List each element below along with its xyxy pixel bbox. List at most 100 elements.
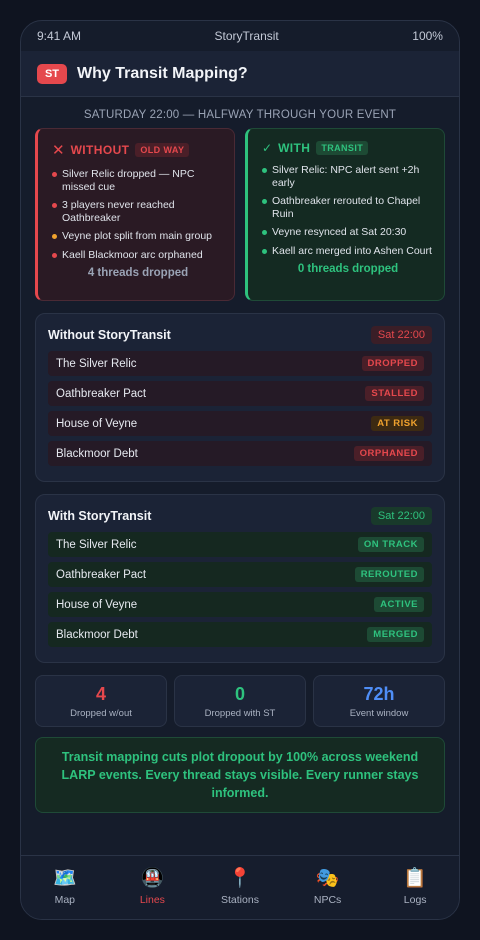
page-title: Why Transit Mapping? xyxy=(77,64,248,82)
stat-card: 0 Dropped with ST xyxy=(174,675,306,727)
list-item-text: Veyne resynced at Sat 20:30 xyxy=(272,226,407,238)
list-item-text: Oathbreaker rerouted to Chapel Ruin xyxy=(272,195,421,220)
without-panel-rows: The Silver Relic DROPPED Oathbreaker Pact S… xyxy=(48,351,432,466)
with-panel: With StoryTransit Sat 22:00 The Silver R… xyxy=(35,494,445,663)
bullet-dot xyxy=(262,230,267,235)
without-card-list: Silver Relic dropped — NPC missed cue 3 p… xyxy=(52,168,224,261)
event-subtitle: SATURDAY 22:00 — HALFWAY THROUGH YOUR EV… xyxy=(83,109,397,121)
thread-name: The Silver Relic xyxy=(56,357,137,370)
bullet-dot xyxy=(52,252,57,258)
list-item: Silver Relic dropped — NPC missed cue xyxy=(52,168,224,193)
thread-name: House of Veyne xyxy=(56,417,138,430)
stat-label: Dropped with ST xyxy=(204,707,276,719)
app-logo[interactable]: ST xyxy=(37,63,67,84)
without-card-summary: 4 threads dropped xyxy=(87,267,189,279)
bullet-dot xyxy=(52,172,57,177)
tab-map[interactable]: 🗺️ Map xyxy=(30,868,100,907)
list-item-text: Kaell arc merged into Ashen Court xyxy=(272,244,432,257)
thread-name: The Silver Relic xyxy=(56,538,137,551)
status-badge: ACTIVE xyxy=(374,597,424,612)
list-item: Kaell arc merged into Ashen Court xyxy=(262,245,434,258)
stats-row: 4 Dropped w/out 0 Dropped with ST 72h Event w… xyxy=(35,675,445,727)
status-badge: ON TRACK xyxy=(357,537,424,552)
list-item: Silver Relic: NPC alert sent +2h early xyxy=(262,164,434,189)
table-row[interactable]: The Silver Relic DROPPED xyxy=(48,351,432,376)
with-card-title: WITH xyxy=(278,141,311,155)
table-row[interactable]: Oathbreaker Pact REROUTED xyxy=(48,562,432,587)
with-card: ✓ WITH TRANSIT Silver Relic: NPC alert s… xyxy=(245,128,445,301)
status-app-name: StoryTransit xyxy=(214,29,279,43)
without-panel: Without StoryTransit Sat 22:00 The Silve… xyxy=(35,313,445,482)
list-item-text: Kaell Blackmoor arc orphaned xyxy=(62,248,203,261)
thread-name: House of Veyne xyxy=(56,598,138,611)
bottom-tab-bar: 🗺️ Map 🚇 Lines 📍 Stations 🎭 NPCs 📋 Logs xyxy=(21,855,459,919)
table-row[interactable]: House of Veyne ACTIVE xyxy=(48,592,432,617)
train-icon: 🚇 xyxy=(140,868,165,889)
list-item-text: Silver Relic dropped — NPC missed cue xyxy=(62,168,195,193)
table-row[interactable]: Blackmoor Debt ORPHANED xyxy=(48,441,432,466)
phone-frame: 9:41 AM StoryTransit 100% ST Why Transit… xyxy=(20,20,460,920)
cross-icon: ✕ xyxy=(52,142,65,159)
bullet-dot xyxy=(52,234,57,239)
with-panel-title: With StoryTransit xyxy=(48,509,152,523)
stat-label: Event window xyxy=(349,707,409,719)
status-badge: REROUTED xyxy=(354,567,424,582)
list-item-text: Veyne plot split from main group xyxy=(62,230,212,242)
status-badge: DROPPED xyxy=(361,356,424,371)
stat-card: 72h Event window xyxy=(313,675,445,727)
stat-value: 0 xyxy=(234,683,245,704)
map-icon: 🗺️ xyxy=(52,868,77,889)
thread-name: Oathbreaker Pact xyxy=(56,568,147,581)
app-header: ST Why Transit Mapping? xyxy=(21,51,459,97)
list-item: 3 players never reached Oathbreaker xyxy=(52,199,224,224)
table-row[interactable]: Blackmoor Debt MERGED xyxy=(48,622,432,647)
tab-label: Lines xyxy=(139,894,165,906)
pin-icon: 📍 xyxy=(228,868,252,889)
bullet-dot xyxy=(52,203,57,208)
thread-name: Blackmoor Debt xyxy=(56,628,138,641)
stat-value: 4 xyxy=(95,683,106,704)
tab-label: Stations xyxy=(221,894,259,906)
with-card-summary: 0 threads dropped xyxy=(297,263,399,275)
tab-label: Map xyxy=(54,894,76,906)
tab-npcs[interactable]: 🎭 NPCs xyxy=(293,868,363,907)
tab-lines[interactable]: 🚇 Lines xyxy=(117,868,187,907)
with-card-list: Silver Relic: NPC alert sent +2h early Oa… xyxy=(262,164,434,257)
with-panel-rows: The Silver Relic ON TRACK Oathbreaker Pact… xyxy=(48,532,432,647)
list-item-text: 3 players never reached Oathbreaker xyxy=(62,199,175,224)
without-card-title: WITHOUT xyxy=(70,143,130,157)
table-row[interactable]: House of Veyne AT RISK xyxy=(48,411,432,436)
list-item: Oathbreaker rerouted to Chapel Ruin xyxy=(262,195,434,220)
clipboard-icon: 📋 xyxy=(403,868,427,889)
without-card: ✕ WITHOUT OLD WAY Silver Relic dropped —… xyxy=(35,128,235,301)
tab-logs[interactable]: 📋 Logs xyxy=(380,868,450,907)
with-card-tag: TRANSIT xyxy=(316,141,369,155)
tab-label: Logs xyxy=(403,894,427,906)
list-item: Veyne resynced at Sat 20:30 xyxy=(262,226,434,239)
masks-icon: 🎭 xyxy=(315,868,340,889)
table-row[interactable]: The Silver Relic ON TRACK xyxy=(48,532,432,557)
list-item-text: Silver Relic: NPC alert sent +2h early xyxy=(272,164,420,189)
with-panel-time: Sat 22:00 xyxy=(370,507,432,525)
status-bar: 9:41 AM StoryTransit 100% xyxy=(21,21,459,51)
table-row[interactable]: Oathbreaker Pact STALLED xyxy=(48,381,432,406)
callout-message: Transit mapping cuts plot dropout by 100… xyxy=(35,737,445,813)
status-battery: 100% xyxy=(412,29,443,43)
without-panel-title: Without StoryTransit xyxy=(48,328,171,342)
comparison-cards: ✕ WITHOUT OLD WAY Silver Relic dropped —… xyxy=(21,128,459,301)
list-item: Kaell Blackmoor arc orphaned xyxy=(52,249,224,262)
status-badge: MERGED xyxy=(367,627,424,642)
tab-stations[interactable]: 📍 Stations xyxy=(205,868,275,907)
status-badge: ORPHANED xyxy=(353,446,424,461)
bullet-dot xyxy=(262,168,267,173)
status-time: 9:41 AM xyxy=(37,29,82,43)
check-icon: ✓ xyxy=(262,141,273,155)
without-panel-time: Sat 22:00 xyxy=(370,326,432,344)
status-badge: STALLED xyxy=(365,386,424,401)
tab-label: NPCs xyxy=(313,894,342,906)
stat-label: Dropped w/out xyxy=(70,707,132,719)
bullet-dot xyxy=(262,248,267,254)
thread-name: Oathbreaker Pact xyxy=(56,387,147,400)
thread-name: Blackmoor Debt xyxy=(56,447,138,460)
status-badge: AT RISK xyxy=(371,416,424,431)
